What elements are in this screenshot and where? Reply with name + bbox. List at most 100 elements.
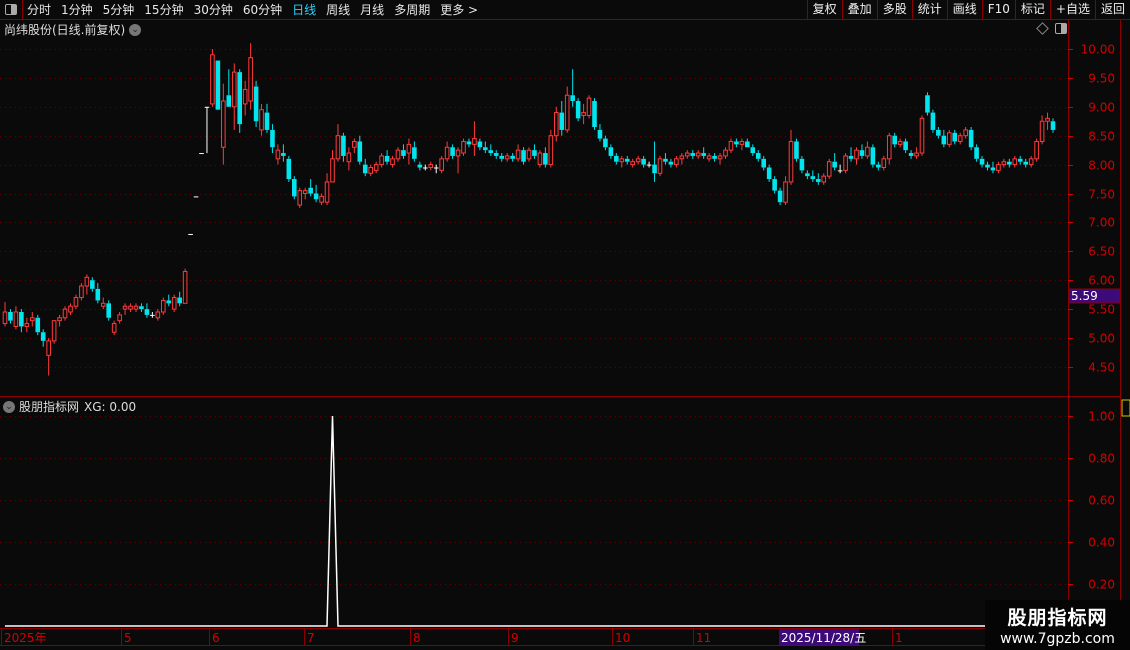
candle xyxy=(805,170,810,180)
indicator-title[interactable]: ⌄ 股朋指标网 XG: 0.00 xyxy=(3,398,136,415)
candle xyxy=(684,150,690,159)
date-label: 11 xyxy=(696,631,711,645)
candle xyxy=(324,173,330,206)
candle xyxy=(51,320,57,344)
candle xyxy=(499,153,505,162)
candle xyxy=(390,155,395,168)
candle xyxy=(1050,118,1056,133)
candle xyxy=(302,187,308,200)
candle xyxy=(215,60,221,110)
candle xyxy=(8,309,13,324)
y-tick-label: 6.00 xyxy=(1088,274,1115,288)
indicator-name: 股朋指标网 xyxy=(19,400,80,414)
candle xyxy=(968,127,974,151)
candle xyxy=(281,144,286,162)
candle xyxy=(914,147,919,159)
candle xyxy=(586,95,592,119)
candle xyxy=(1023,158,1029,168)
indicator-y-tick-label: 0.60 xyxy=(1088,494,1115,508)
candle xyxy=(193,196,199,198)
candle xyxy=(646,161,652,168)
candle xyxy=(144,303,150,318)
y-tick-label: 7.50 xyxy=(1088,188,1115,202)
candle xyxy=(668,158,674,168)
candle xyxy=(264,103,270,133)
candle xyxy=(330,150,335,183)
candle xyxy=(783,176,788,206)
y-tick-label: 6.50 xyxy=(1088,245,1115,259)
candle xyxy=(859,144,865,159)
candle xyxy=(614,153,619,165)
candle xyxy=(815,173,821,185)
candle xyxy=(777,187,783,206)
candle xyxy=(608,144,614,159)
candle xyxy=(870,144,876,168)
candle xyxy=(575,98,581,122)
candle xyxy=(832,153,837,171)
candle xyxy=(679,153,685,165)
candle xyxy=(461,138,466,156)
candle xyxy=(1007,158,1012,168)
candle xyxy=(1017,155,1023,165)
candle xyxy=(221,83,226,165)
side-tab-marker xyxy=(1121,399,1130,417)
y-tick-label: 9.00 xyxy=(1088,101,1115,115)
candle xyxy=(275,144,281,165)
candle xyxy=(155,309,161,321)
candle xyxy=(903,138,908,154)
candle xyxy=(996,161,1001,174)
candle xyxy=(952,129,958,145)
candle xyxy=(488,144,494,156)
candle xyxy=(483,141,488,154)
candle xyxy=(79,283,84,301)
indicator-value: XG: 0.00 xyxy=(84,399,137,414)
chevron-down-icon[interactable]: ⌄ xyxy=(3,400,15,413)
candle xyxy=(843,153,848,174)
date-label: 1 xyxy=(895,631,903,645)
candle xyxy=(90,277,95,292)
candle xyxy=(368,164,374,177)
candle xyxy=(270,124,275,154)
candle xyxy=(199,153,204,155)
cursor-date-label: 2025/11/28/五 xyxy=(781,631,866,645)
candle xyxy=(210,49,215,107)
candle xyxy=(428,161,434,171)
candle xyxy=(73,294,79,310)
candle xyxy=(84,274,90,295)
candle xyxy=(897,138,903,148)
candle xyxy=(837,164,843,174)
date-label: 8 xyxy=(413,631,421,645)
candle xyxy=(865,141,870,159)
candle xyxy=(957,132,963,145)
candle xyxy=(297,187,303,208)
y-tick-label: 8.50 xyxy=(1088,130,1115,144)
candle xyxy=(745,138,750,148)
candle xyxy=(854,147,859,165)
y-tick-label: 8.00 xyxy=(1088,159,1115,173)
candle xyxy=(291,176,297,200)
candle xyxy=(450,144,455,159)
candle xyxy=(919,115,925,156)
candle xyxy=(182,268,188,304)
candle xyxy=(40,329,46,347)
candle xyxy=(128,303,133,312)
candle xyxy=(504,153,510,162)
candle xyxy=(248,43,253,110)
candle xyxy=(319,193,324,206)
candle xyxy=(444,141,450,162)
candle xyxy=(635,155,641,165)
candle xyxy=(117,311,122,324)
candle xyxy=(695,150,701,159)
candle xyxy=(177,291,182,307)
candle xyxy=(29,311,35,327)
candle xyxy=(821,173,827,185)
kline-chart: 10.009.509.008.508.007.507.006.506.005.5… xyxy=(0,20,1130,650)
indicator-y-tick-label: 0.20 xyxy=(1088,578,1115,592)
candle xyxy=(466,138,472,148)
y-tick-label: 7.00 xyxy=(1088,216,1115,230)
candle xyxy=(24,317,30,333)
candle xyxy=(810,170,816,182)
candle xyxy=(652,141,657,182)
candle xyxy=(1028,155,1034,168)
current-price-label: 5.59 xyxy=(1071,289,1098,303)
